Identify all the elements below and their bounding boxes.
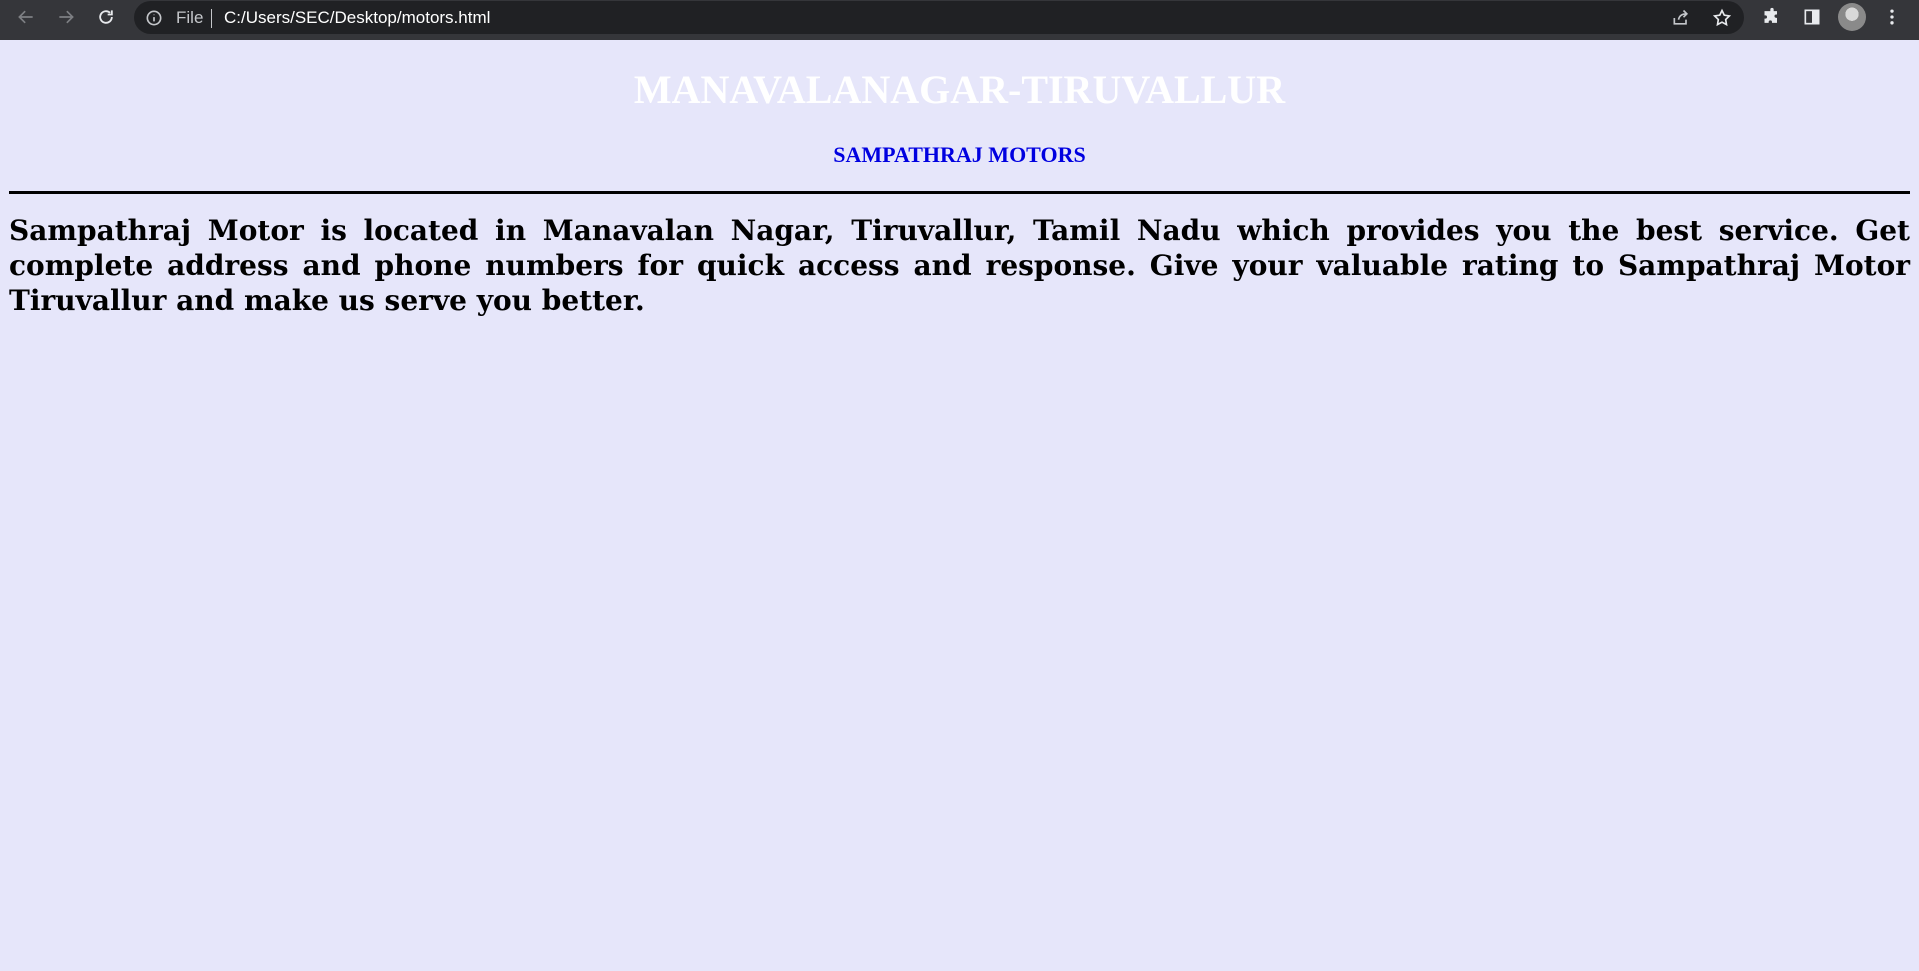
reload-icon[interactable] [90, 0, 122, 34]
address-bar[interactable]: File C:/Users/SEC/Desktop/motors.html [134, 1, 1744, 34]
scheme-label: File [176, 8, 204, 27]
star-icon[interactable] [1706, 1, 1738, 34]
browser-toolbar: File C:/Users/SEC/Desktop/motors.html [0, 0, 1919, 40]
info-icon[interactable] [144, 8, 164, 28]
page-content: MANAVALANAGAR-TIRUVALLUR SAMPATHRAJ MOTO… [0, 40, 1919, 971]
page-subtitle: SAMPATHRAJ MOTORS [833, 142, 1086, 167]
back-arrow-icon[interactable] [10, 0, 42, 34]
page-title: MANAVALANAGAR-TIRUVALLUR [633, 67, 1286, 112]
side-panel-icon[interactable] [1796, 0, 1828, 34]
divider [211, 9, 212, 28]
menu-dots-icon[interactable] [1876, 0, 1908, 34]
avatar[interactable] [1838, 3, 1866, 31]
url-text[interactable]: C:/Users/SEC/Desktop/motors.html [224, 9, 490, 27]
share-icon[interactable] [1665, 1, 1697, 34]
puzzle-icon[interactable] [1756, 0, 1788, 34]
description-paragraph: Sampathraj Motor is located in Manavalan… [9, 214, 1910, 317]
forward-arrow-icon[interactable] [50, 0, 82, 34]
horizontal-rule [9, 191, 1910, 194]
